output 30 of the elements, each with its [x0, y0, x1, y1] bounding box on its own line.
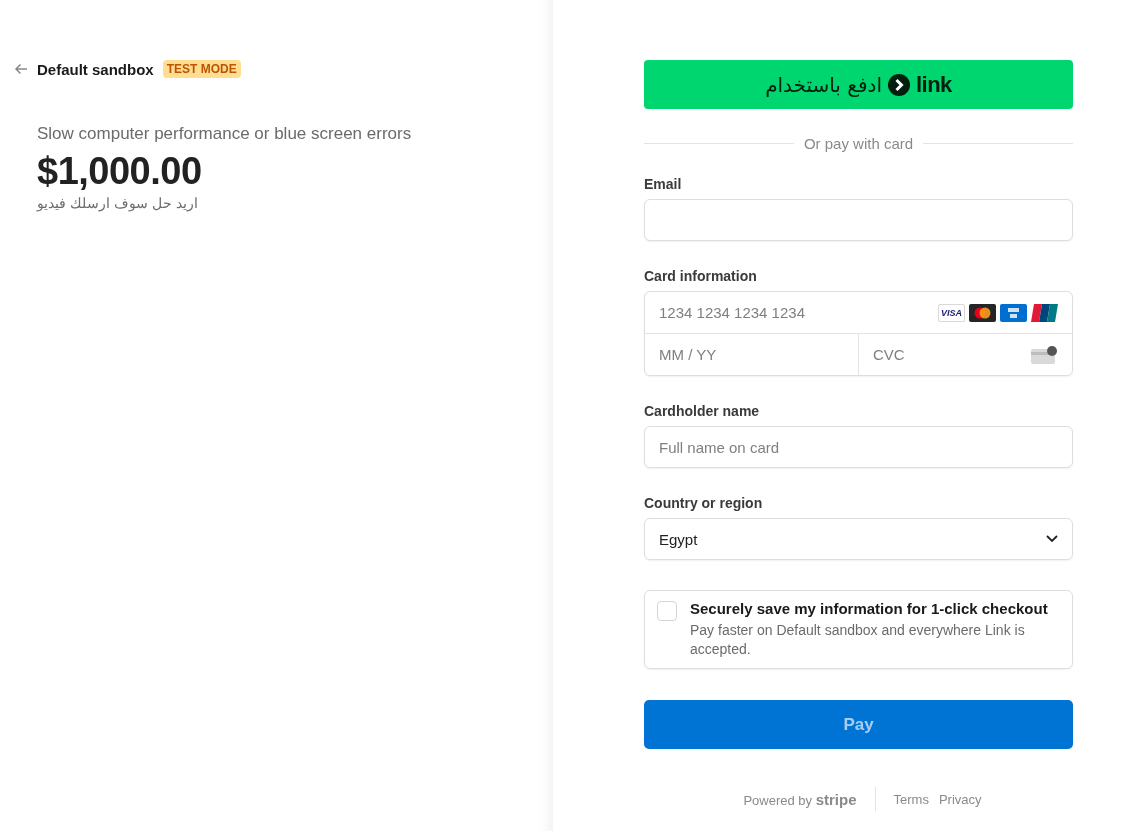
- save-description: Pay faster on Default sandbox and everywhere Link is accepted.: [690, 621, 1026, 659]
- test-mode-badge: TEST MODE: [162, 60, 241, 78]
- email-field[interactable]: [644, 199, 1073, 241]
- back-arrow-icon[interactable]: [14, 63, 28, 75]
- save-checkbox[interactable]: [657, 601, 677, 621]
- footer-link[interactable]: Privacy: [938, 791, 982, 807]
- card-number-field[interactable]: 1234 1234 1234 1234: [645, 292, 938, 333]
- product-name: Slow computer performance or blue screen errors: [37, 124, 413, 144]
- amex-icon: [1000, 303, 1027, 322]
- field-label: Country or region: [644, 495, 764, 511]
- powered-by-text: Powered by stripe: [743, 790, 857, 808]
- chevron-circle-icon: [887, 73, 910, 96]
- expiry-field[interactable]: MM / YY: [645, 334, 859, 375]
- product-description: اريد حل سوف ارسلك فيديو: [37, 195, 198, 211]
- country-select[interactable]: Egypt: [644, 518, 1073, 560]
- field-label: Email: [644, 176, 683, 192]
- cardholder-name-field[interactable]: Full name on card: [644, 426, 1073, 468]
- card-back-icon: [1031, 345, 1058, 364]
- divider-text: Or pay with card: [803, 135, 914, 152]
- mastercard-icon: [969, 303, 996, 322]
- field-label: Cardholder name: [644, 403, 761, 419]
- unionpay-icon: [1031, 303, 1058, 322]
- business-name: Default sandbox: [37, 60, 154, 78]
- visa-logo: VISA: [938, 303, 965, 322]
- card-information-field[interactable]: 1234 1234 1234 1234 VISA MM / YY CVC: [644, 291, 1073, 376]
- save-title: Securely save my information for 1-click checkout: [690, 600, 1049, 617]
- chevron-down-icon: [1046, 535, 1058, 543]
- cvc-field[interactable]: CVC: [859, 334, 1031, 375]
- price: $1,000.00: [37, 150, 203, 193]
- field-label: Card information: [644, 268, 758, 284]
